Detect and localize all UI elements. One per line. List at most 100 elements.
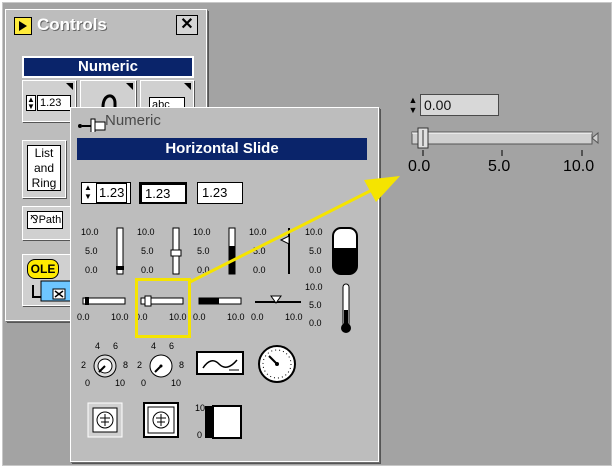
scale-label: 0 <box>197 430 202 440</box>
horizontal-slide-icon: 0.0 10.0 <box>77 297 129 322</box>
meter-icon <box>196 351 244 375</box>
scale-label: 4 <box>95 341 100 351</box>
horizontal-slide-header: Horizontal Slide <box>77 138 367 160</box>
digital-control-tool[interactable]: ▲ ▼ 1.23 <box>81 182 131 204</box>
path-control-icon: ⅋Path <box>27 211 63 229</box>
pushpin-icon[interactable] <box>77 116 107 132</box>
controls-palette-title: Controls <box>37 15 107 34</box>
submenu-arrow-icon <box>184 83 191 90</box>
numeric-category-header: Numeric <box>22 56 194 78</box>
slider-thumb[interactable] <box>417 127 429 149</box>
scale-label: 0 <box>85 378 90 388</box>
scale-label: 10.0 <box>227 312 245 322</box>
scale-label: 0.0 <box>197 265 210 275</box>
submenu-arrow-icon <box>66 83 73 90</box>
scale-label: 8 <box>179 360 184 370</box>
horizontal-slide-tool[interactable]: 0.0 10.0 <box>77 294 131 331</box>
vertical-fill-slide-icon: 10.0 5.0 0.0 <box>193 227 236 275</box>
digital-control-icon: 1.23 <box>37 95 71 111</box>
scale-label: 2 <box>81 360 86 370</box>
close-button[interactable]: ✕ <box>176 15 198 35</box>
dial-tool[interactable]: 4 6 2 8 0 10 <box>133 340 189 395</box>
knob-icon: 4 6 2 8 0 10 <box>81 341 128 388</box>
scale-label: 0.0 <box>85 265 98 275</box>
vertical-pointer-indicator-tool[interactable]: 10.0 5.0 0.0 <box>249 226 297 281</box>
scale-max-label: 10.0 <box>563 158 595 175</box>
controls-palette-titlebar[interactable]: Controls ✕ <box>10 13 202 39</box>
scale-label: 10.0 <box>249 227 267 237</box>
scale-min-label: 0.0 <box>408 158 431 175</box>
increment-arrows-icon: ▲ ▼ <box>26 95 36 111</box>
horizontal-fill-slide-icon: 0.0 10.0 <box>193 297 245 322</box>
horizontal-fill-slide-tool[interactable]: 0.0 10.0 <box>193 294 247 331</box>
numeric-subpalette: Numeric Horizontal Slide ▲ ▼ 1.23 1.23 1.… <box>70 107 379 462</box>
scale-label: 0.0 <box>253 265 266 275</box>
scale-label: 10.0 <box>305 282 323 292</box>
knob-tool[interactable]: 4 6 2 8 0 10 <box>77 340 133 395</box>
color-box-tool[interactable] <box>87 402 123 443</box>
vertical-pointer-indicator-icon: 10.0 5.0 0.0 <box>249 227 290 275</box>
scale-label: 5.0 <box>309 300 322 310</box>
scale-label: 6 <box>169 341 174 351</box>
scale-label: 5.0 <box>197 246 210 256</box>
scale-label: 0.0 <box>309 318 322 328</box>
tank-tool[interactable]: 10.0 5.0 0.0 <box>305 226 361 281</box>
scale-label: 6 <box>113 341 118 351</box>
list-ring-icon: List and Ring <box>27 145 61 191</box>
scale-label: 10.0 <box>111 312 129 322</box>
scale-label: 5.0 <box>253 246 266 256</box>
gauge-icon <box>258 345 296 383</box>
vertical-slide-tool[interactable]: 10.0 5.0 0.0 <box>81 226 129 281</box>
digital-indicator-tool[interactable]: 1.23 <box>139 182 187 204</box>
scale-label: 0.0 <box>251 312 264 322</box>
numeric-subpalette-title: Numeric <box>105 112 161 129</box>
digital-display-arrows-icon[interactable]: ▲ ▼ <box>408 95 418 115</box>
tank-icon: 10.0 5.0 0.0 <box>305 227 358 275</box>
scale-label: 10.0 <box>285 312 303 322</box>
scale-label: 10.0 <box>137 227 155 237</box>
thermometer-tool[interactable]: 10.0 5.0 0.0 <box>305 280 361 339</box>
scale-label: 8 <box>123 360 128 370</box>
path-label: Path <box>38 214 62 226</box>
scale-label: 5.0 <box>85 246 98 256</box>
scale-label: 10 <box>171 378 181 388</box>
simple-digital-indicator-tool[interactable]: 1.23 <box>197 182 243 204</box>
scale-label: 4 <box>151 341 156 351</box>
simple-indicator-value: 1.23 <box>202 185 228 200</box>
list-ring-label-line: List <box>34 146 54 160</box>
scale-label: 10.0 <box>81 227 99 237</box>
scale-label: 10 <box>195 403 205 413</box>
activex-category-tile[interactable]: OLE <box>22 254 76 306</box>
dial-icon: 4 6 2 8 0 10 <box>137 341 184 388</box>
scale-label: 0.0 <box>309 265 322 275</box>
scale-label: 5.0 <box>141 246 154 256</box>
scale-label: 0.0 <box>193 312 206 322</box>
path-category-tile[interactable]: ⅋Path <box>22 206 72 240</box>
numeric-category-tile[interactable]: ▲ ▼ 1.23 <box>22 80 76 122</box>
scale-label: 0.0 <box>77 312 90 322</box>
vertical-pointer-slide-tool[interactable]: 10.0 5.0 0.0 <box>137 226 185 281</box>
gauge-tool[interactable] <box>257 342 301 391</box>
color-ramp-tool[interactable]: 10 0 <box>195 402 245 445</box>
scale-label: 10.0 <box>305 227 323 237</box>
vertical-pointer-slide-icon: 10.0 5.0 0.0 <box>137 227 182 275</box>
scale-label: 0.0 <box>141 265 154 275</box>
list-and-ring-tile[interactable]: List and Ring <box>22 140 66 198</box>
color-box-indicator-tool[interactable] <box>143 402 179 443</box>
meter-tool[interactable] <box>195 350 245 383</box>
scale-label: 2 <box>137 360 142 370</box>
thermometer-icon: 10.0 5.0 0.0 <box>305 282 351 333</box>
digital-indicator-value: 1.23 <box>145 186 171 201</box>
horizontal-pointer-indicator-tool[interactable]: 0.0 10.0 <box>251 294 305 331</box>
list-ring-label-line: Ring <box>31 176 57 190</box>
path-glyph-icon: ⅋ <box>30 214 39 226</box>
slide-digital-display[interactable]: 0.00 <box>420 94 499 116</box>
vertical-fill-slide-tool[interactable]: 10.0 5.0 0.0 <box>193 226 241 281</box>
scale-label: 5.0 <box>309 246 322 256</box>
scale-label: 0 <box>141 378 146 388</box>
labview-app-icon <box>14 17 32 35</box>
color-box-indicator-icon <box>143 402 179 438</box>
vertical-slide-icon: 10.0 5.0 0.0 <box>81 227 124 275</box>
selection-highlight <box>135 278 191 338</box>
horizontal-pointer-indicator-icon: 0.0 10.0 <box>251 295 303 322</box>
